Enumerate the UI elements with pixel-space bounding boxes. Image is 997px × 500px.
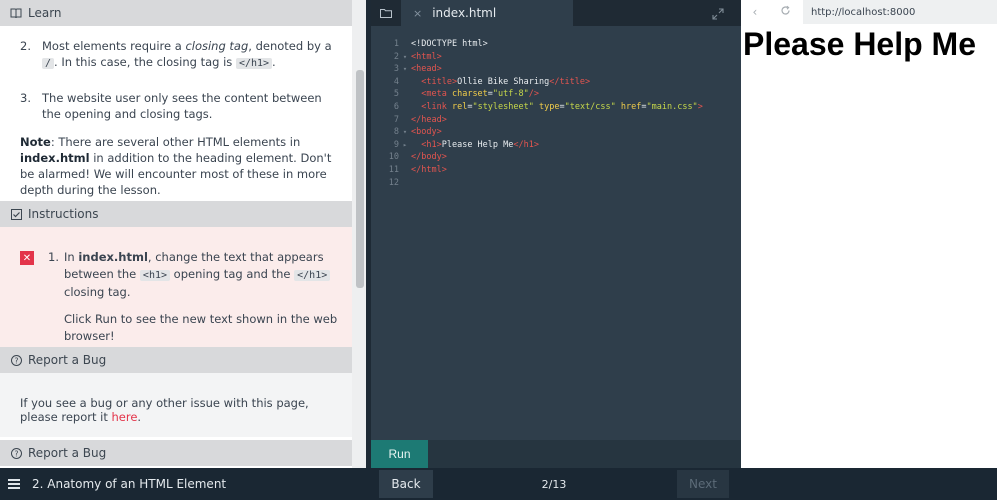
- code-line: 9 ▸ <h1> Please Help Me </h1>: [393, 139, 539, 150]
- list-number: 1.: [48, 250, 59, 264]
- code-line: 6 <link rel = "stylesheet" type = "text/css"…: [393, 101, 703, 112]
- question-circle-icon: ?: [10, 354, 22, 366]
- browser-preview: ‹ http://localhost:8000 Please Help Me: [741, 0, 997, 468]
- browser-toolbar: ‹ http://localhost:8000: [741, 0, 997, 24]
- expand-icon[interactable]: [711, 6, 725, 20]
- code-line: 12: [388, 177, 399, 188]
- svg-text:?: ?: [14, 356, 18, 365]
- inline-code: </h1>: [294, 270, 331, 281]
- back-button[interactable]: Back: [379, 470, 433, 498]
- fold-arrow-icon: ▾: [402, 65, 408, 74]
- code-line: 2 ▾ <html>: [393, 51, 442, 62]
- report-bug-label: Report a Bug: [28, 446, 107, 460]
- note-paragraph: Note: There are several other HTML eleme…: [20, 135, 332, 197]
- next-button[interactable]: Next: [677, 470, 729, 498]
- browser-nav: ‹: [741, 0, 803, 24]
- report-bug-header[interactable]: ? Report a Bug: [0, 347, 352, 373]
- refresh-icon[interactable]: [780, 5, 791, 19]
- report-bug-label: Report a Bug: [28, 353, 107, 367]
- report-bug-header-2[interactable]: ? Report a Bug: [0, 440, 352, 466]
- inline-code: <h1>: [139, 270, 171, 281]
- editor-tabbar: × index.html: [371, 0, 741, 26]
- list-item: 3. The website user only sees the conten…: [20, 90, 342, 122]
- inline-code: </h1>: [235, 58, 273, 69]
- tab-label: index.html: [432, 6, 497, 20]
- tab-index-html[interactable]: × index.html: [401, 0, 573, 26]
- report-here-link[interactable]: here: [111, 410, 137, 424]
- back-arrow-icon[interactable]: ‹: [753, 5, 758, 19]
- run-button[interactable]: Run: [371, 440, 428, 468]
- svg-text:?: ?: [14, 449, 18, 458]
- instruction-item: ✕ 1. In index.html, change the text that…: [20, 249, 342, 345]
- code-line: 4 <title> Ollie Bike Sharing </title>: [393, 76, 591, 87]
- progress-indicator: 2/13: [541, 477, 567, 491]
- x-fail-icon: ✕: [20, 251, 34, 265]
- code-line: 10 </body>: [388, 152, 447, 163]
- code-line: 8 ▾ <body>: [393, 127, 442, 138]
- list-number: 3.: [20, 91, 31, 105]
- lesson-scrollbar-thumb[interactable]: [356, 70, 364, 288]
- list-text: The website user only sees the content b…: [42, 91, 322, 121]
- folder-icon[interactable]: [371, 0, 401, 26]
- run-bar: Run: [371, 440, 741, 468]
- code-line: 1 <!DOCTYPE html>: [393, 39, 488, 49]
- checkbox-icon: [10, 208, 22, 220]
- lesson-pane: Learn 2. Most elements require a closing…: [0, 0, 366, 468]
- book-icon: [10, 7, 22, 19]
- instruction-text: In index.html, change the text that appe…: [64, 250, 338, 343]
- close-tab-icon[interactable]: ×: [413, 7, 422, 20]
- preview-heading: Please Help Me: [743, 26, 976, 62]
- course-title[interactable]: 2. Anatomy of an HTML Element: [32, 468, 226, 500]
- fold-arrow-icon: ▾: [402, 52, 408, 61]
- list-item: 2. Most elements require a closing tag, …: [20, 38, 342, 72]
- list-text: Most elements require a closing tag, den…: [42, 39, 332, 69]
- inline-code: /: [42, 58, 55, 69]
- fold-arrow-icon: ▾: [402, 128, 408, 137]
- list-number: 2.: [20, 39, 31, 53]
- browser-url-bar[interactable]: http://localhost:8000: [803, 0, 997, 24]
- learn-header[interactable]: Learn: [0, 0, 366, 26]
- code-line: 11 </html>: [388, 164, 447, 175]
- hamburger-menu-icon[interactable]: [8, 479, 20, 489]
- learn-header-label: Learn: [28, 6, 62, 20]
- question-circle-icon: ?: [10, 447, 22, 459]
- fold-arrow-icon: ▸: [402, 140, 408, 149]
- code-editor: × index.html 1 <!DOCTYPE html> 2 ▾ <html> 3…: [371, 0, 741, 468]
- code-line: 3 ▾ <head>: [393, 64, 442, 75]
- instructions-header[interactable]: Instructions: [0, 201, 352, 227]
- code-lines[interactable]: 1 <!DOCTYPE html> 2 ▾ <html> 3 ▾ <head> 4 <ti…: [371, 38, 741, 189]
- learn-content: 2. Most elements require a closing tag, …: [0, 26, 352, 201]
- instructions-header-label: Instructions: [28, 207, 99, 221]
- instructions-content: ✕ 1. In index.html, change the text that…: [0, 227, 352, 347]
- lesson-footer: 2. Anatomy of an HTML Element Back 2/13 …: [0, 468, 997, 500]
- code-line: 5 <meta charset = "utf-8"/>: [393, 89, 539, 100]
- code-line: 7 </head>: [393, 114, 447, 125]
- report-bug-content: If you see a bug or any other issue with…: [0, 373, 352, 437]
